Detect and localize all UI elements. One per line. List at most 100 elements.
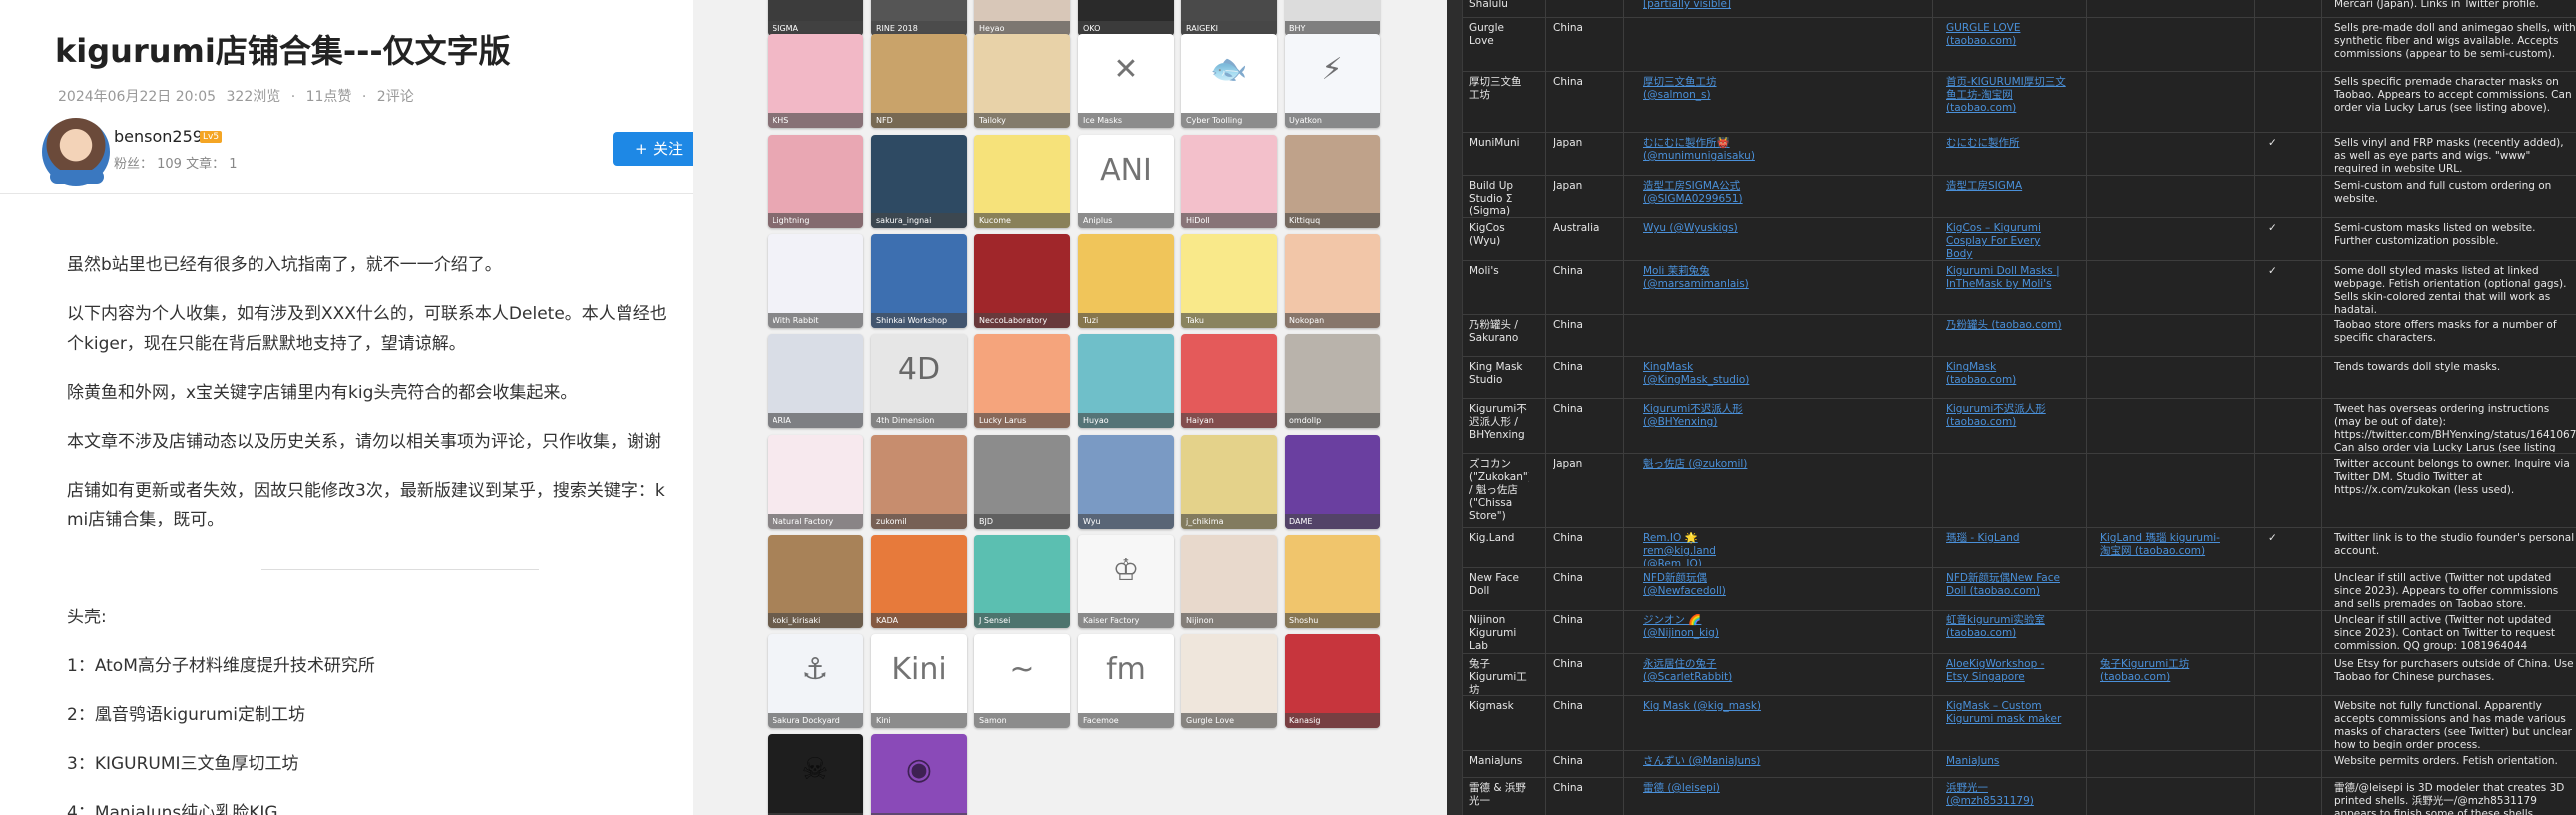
shop-tile[interactable]: Nokopan — [1285, 234, 1380, 328]
table-cell-social[interactable]: ジンオン 🌈(@Nijinon_kig) — [1643, 614, 1765, 640]
table-cell-website[interactable]: Kigurumi Doll Masks | InTheMask by Moli'… — [1946, 265, 2068, 291]
shop-tile[interactable]: ♔ Kaiser Factory — [1078, 535, 1174, 628]
shop-tile[interactable]: NFD — [871, 34, 967, 128]
shop-tile[interactable]: zukomil — [871, 435, 967, 529]
table-cell-social[interactable]: 造型工房SIGMA公式 (@SIGMA0299651) — [1643, 180, 1765, 205]
table-cell-social[interactable]: KingMask (@KingMask_studio) — [1643, 361, 1765, 387]
shop-logo-icon: ♔ — [1112, 553, 1140, 588]
table-cell-website[interactable]: AloeKigWorkshop - Etsy Singapore — [1946, 658, 2068, 684]
shop-tile[interactable]: 4D 4th Dimension — [871, 334, 967, 428]
table-cell-social[interactable]: Rem.IO 🌟 rem@kig.land (@Rem_IO) — [1643, 532, 1765, 566]
shop-tile[interactable]: Shinkai Workshop — [871, 234, 967, 328]
shop-tile[interactable]: Gurgle Love — [1181, 634, 1277, 728]
shop-tile[interactable]: With Rabbit — [768, 234, 863, 328]
table-cell-website[interactable]: 造型工房SIGMA — [1946, 180, 2068, 193]
shop-tile-label: KADA — [871, 613, 967, 628]
table-cell-social[interactable]: むにむに製作所👹 (@munimunigaisaku) — [1643, 137, 1765, 163]
shop-tile[interactable]: Kucome — [974, 135, 1070, 228]
shop-tile[interactable]: Natural Factory — [768, 435, 863, 529]
table-cell-social[interactable]: NFD新颜玩偶 (@Newfacedoll) — [1643, 572, 1765, 598]
table-cell-website[interactable]: ManiaJuns — [1946, 755, 2068, 768]
shop-tile[interactable]: KADA — [871, 535, 967, 628]
shop-tile[interactable]: Shoshu — [1285, 535, 1380, 628]
table-cell-website[interactable]: Kigurumi不迟派人形 (taobao.com) — [1946, 403, 2068, 429]
table-cell-country: Australia — [1553, 222, 1600, 234]
table-cell-social[interactable]: Kig Mask (@kig_mask) — [1643, 700, 1765, 713]
shop-tile[interactable]: HiDoll — [1181, 135, 1277, 228]
shop-tile[interactable]: ✕ Ice Masks — [1078, 34, 1174, 128]
shop-tile[interactable]: Taku — [1181, 234, 1277, 328]
table-cell-social[interactable]: [partially visible] — [1643, 0, 1765, 11]
shop-tile[interactable]: NeccoLaboratory — [974, 234, 1070, 328]
shop-tile[interactable]: sakura_ingnai — [871, 135, 967, 228]
shop-tile-label: Aniplus — [1078, 213, 1174, 228]
table-cell-social[interactable]: Moli 茉莉兔兔 (@marsamimanlais) — [1643, 265, 1765, 291]
shop-tile[interactable]: Tailoky — [974, 34, 1070, 128]
shop-tile[interactable]: ~ Samon — [974, 634, 1070, 728]
table-cell-website[interactable]: NFD新颜玩偶New Face Doll (taobao.com) — [1946, 572, 2068, 598]
table-cell-extra[interactable]: KigLand 瑪瑙 kigurumi-淘宝网 (taobao.com) — [2100, 532, 2222, 558]
shop-tile[interactable]: ANI Aniplus — [1078, 135, 1174, 228]
table-cell-country: China — [1553, 658, 1583, 670]
table-cell-website[interactable]: 乃粉罐头 (taobao.com) — [1946, 319, 2068, 332]
shop-tile[interactable]: RINE 2018 — [871, 0, 967, 36]
table-cell-website[interactable]: むにむに製作所 — [1946, 137, 2068, 150]
shop-tile[interactable]: BHY — [1285, 0, 1380, 36]
shop-tile[interactable]: Kittiquq — [1285, 135, 1380, 228]
table-cell-social[interactable]: 雷德 (@leisepi) — [1643, 782, 1765, 795]
shop-tile[interactable]: Kini Kini — [871, 634, 967, 728]
table-cell-country: Japan — [1553, 180, 1583, 192]
check-icon: ✓ — [2268, 265, 2277, 277]
shop-tile[interactable]: koki_kirisaki — [768, 535, 863, 628]
table-cell-website[interactable]: KigCos – Kigurumi Cosplay For Every Body — [1946, 222, 2068, 259]
shop-tile[interactable]: ⚓ Sakura Dockyard — [768, 634, 863, 728]
shop-tile[interactable]: ⚡ Uyatkon — [1285, 34, 1380, 128]
table-cell-social[interactable]: 厚切三文鱼工坊 (@salmon_s) — [1643, 76, 1765, 102]
shop-tile[interactable]: J Sensei — [974, 535, 1070, 628]
table-cell-extra[interactable]: 兔子Kigurumi工坊 (taobao.com) — [2100, 658, 2222, 684]
shop-tile[interactable]: Tuzi — [1078, 234, 1174, 328]
table-cell-social[interactable]: 魁っ佐店 (@zukomil) — [1643, 458, 1765, 471]
shop-tile[interactable]: ARIA — [768, 334, 863, 428]
shop-tile[interactable]: Nijinon — [1181, 535, 1277, 628]
level-badge: Lv5 — [200, 131, 223, 143]
shop-tile[interactable]: ◉HyKigurumi — [871, 734, 967, 815]
table-cell-social[interactable]: Wyu (@Wyuskigs) — [1643, 222, 1765, 235]
table-cell-website[interactable]: 虹音kigurumi实验室 (taobao.com) — [1946, 614, 2068, 640]
table-cell-website[interactable]: 首页-KIGURUMI厚切三文鱼工坊-淘宝网 (taobao.com) — [1946, 76, 2068, 115]
shop-tile[interactable]: Wyu — [1078, 435, 1174, 529]
shop-tile[interactable]: RAIGEKI — [1181, 0, 1277, 36]
shop-tile[interactable]: OKO — [1078, 0, 1174, 36]
shop-tile[interactable]: Lightning — [768, 135, 863, 228]
shop-tile[interactable]: ☠KIG LAND — [768, 734, 863, 815]
shop-tile[interactable]: Haiyan — [1181, 334, 1277, 428]
shop-tile-label: Wyu — [1078, 514, 1174, 529]
article-paragraph: mi店铺合集，既可。 — [67, 510, 225, 530]
content-divider — [261, 569, 539, 570]
shop-tile[interactable]: Heyao — [974, 0, 1070, 36]
author-name[interactable]: benson259 — [114, 127, 203, 146]
follow-button[interactable]: + 关注 — [613, 132, 693, 166]
shop-tile[interactable]: BJD — [974, 435, 1070, 529]
shop-tile[interactable]: SIGMA — [768, 0, 863, 36]
shop-tile[interactable]: fm Facemoe — [1078, 634, 1174, 728]
table-cell-website[interactable]: 浜野光一 (@mzh8531179) — [1946, 782, 2068, 808]
table-cell-social[interactable]: さんずい (@ManiaJuns) — [1643, 755, 1765, 768]
shop-tile[interactable]: Huyao — [1078, 334, 1174, 428]
shop-tile[interactable]: Kanasig — [1285, 634, 1380, 728]
shop-tile[interactable]: KHS — [768, 34, 863, 128]
table-cell-website[interactable]: KingMask (taobao.com) — [1946, 361, 2068, 387]
table-cell-website[interactable]: GURGLE LOVE (taobao.com) — [1946, 22, 2068, 48]
shop-tile[interactable]: 🐟 Cyber Toolling — [1181, 34, 1277, 128]
table-cell-social[interactable]: Kigurumi不迟派人形 (@BHYenxing) — [1643, 403, 1765, 429]
table-cell-country: Japan — [1553, 458, 1583, 470]
article-paragraph: 除黄鱼和外网，x宝关键字店铺里内有kig头壳符合的都会收集起来。 — [67, 383, 578, 403]
shop-tile[interactable]: omdollp — [1285, 334, 1380, 428]
table-cell-website[interactable]: 瑪瑙 - KigLand — [1946, 532, 2068, 545]
table-cell-website[interactable]: KigMask – Custom Kigurumi mask maker — [1946, 700, 2068, 726]
shop-tile[interactable]: Lucky Larus — [974, 334, 1070, 428]
shop-tile[interactable]: j_chikima — [1181, 435, 1277, 529]
table-cell-social[interactable]: 永远居住の兔子 (@ScarletRabbit) — [1643, 658, 1765, 684]
shop-tile-label: Kanasig — [1285, 713, 1380, 728]
shop-tile[interactable]: DAME — [1285, 435, 1380, 529]
